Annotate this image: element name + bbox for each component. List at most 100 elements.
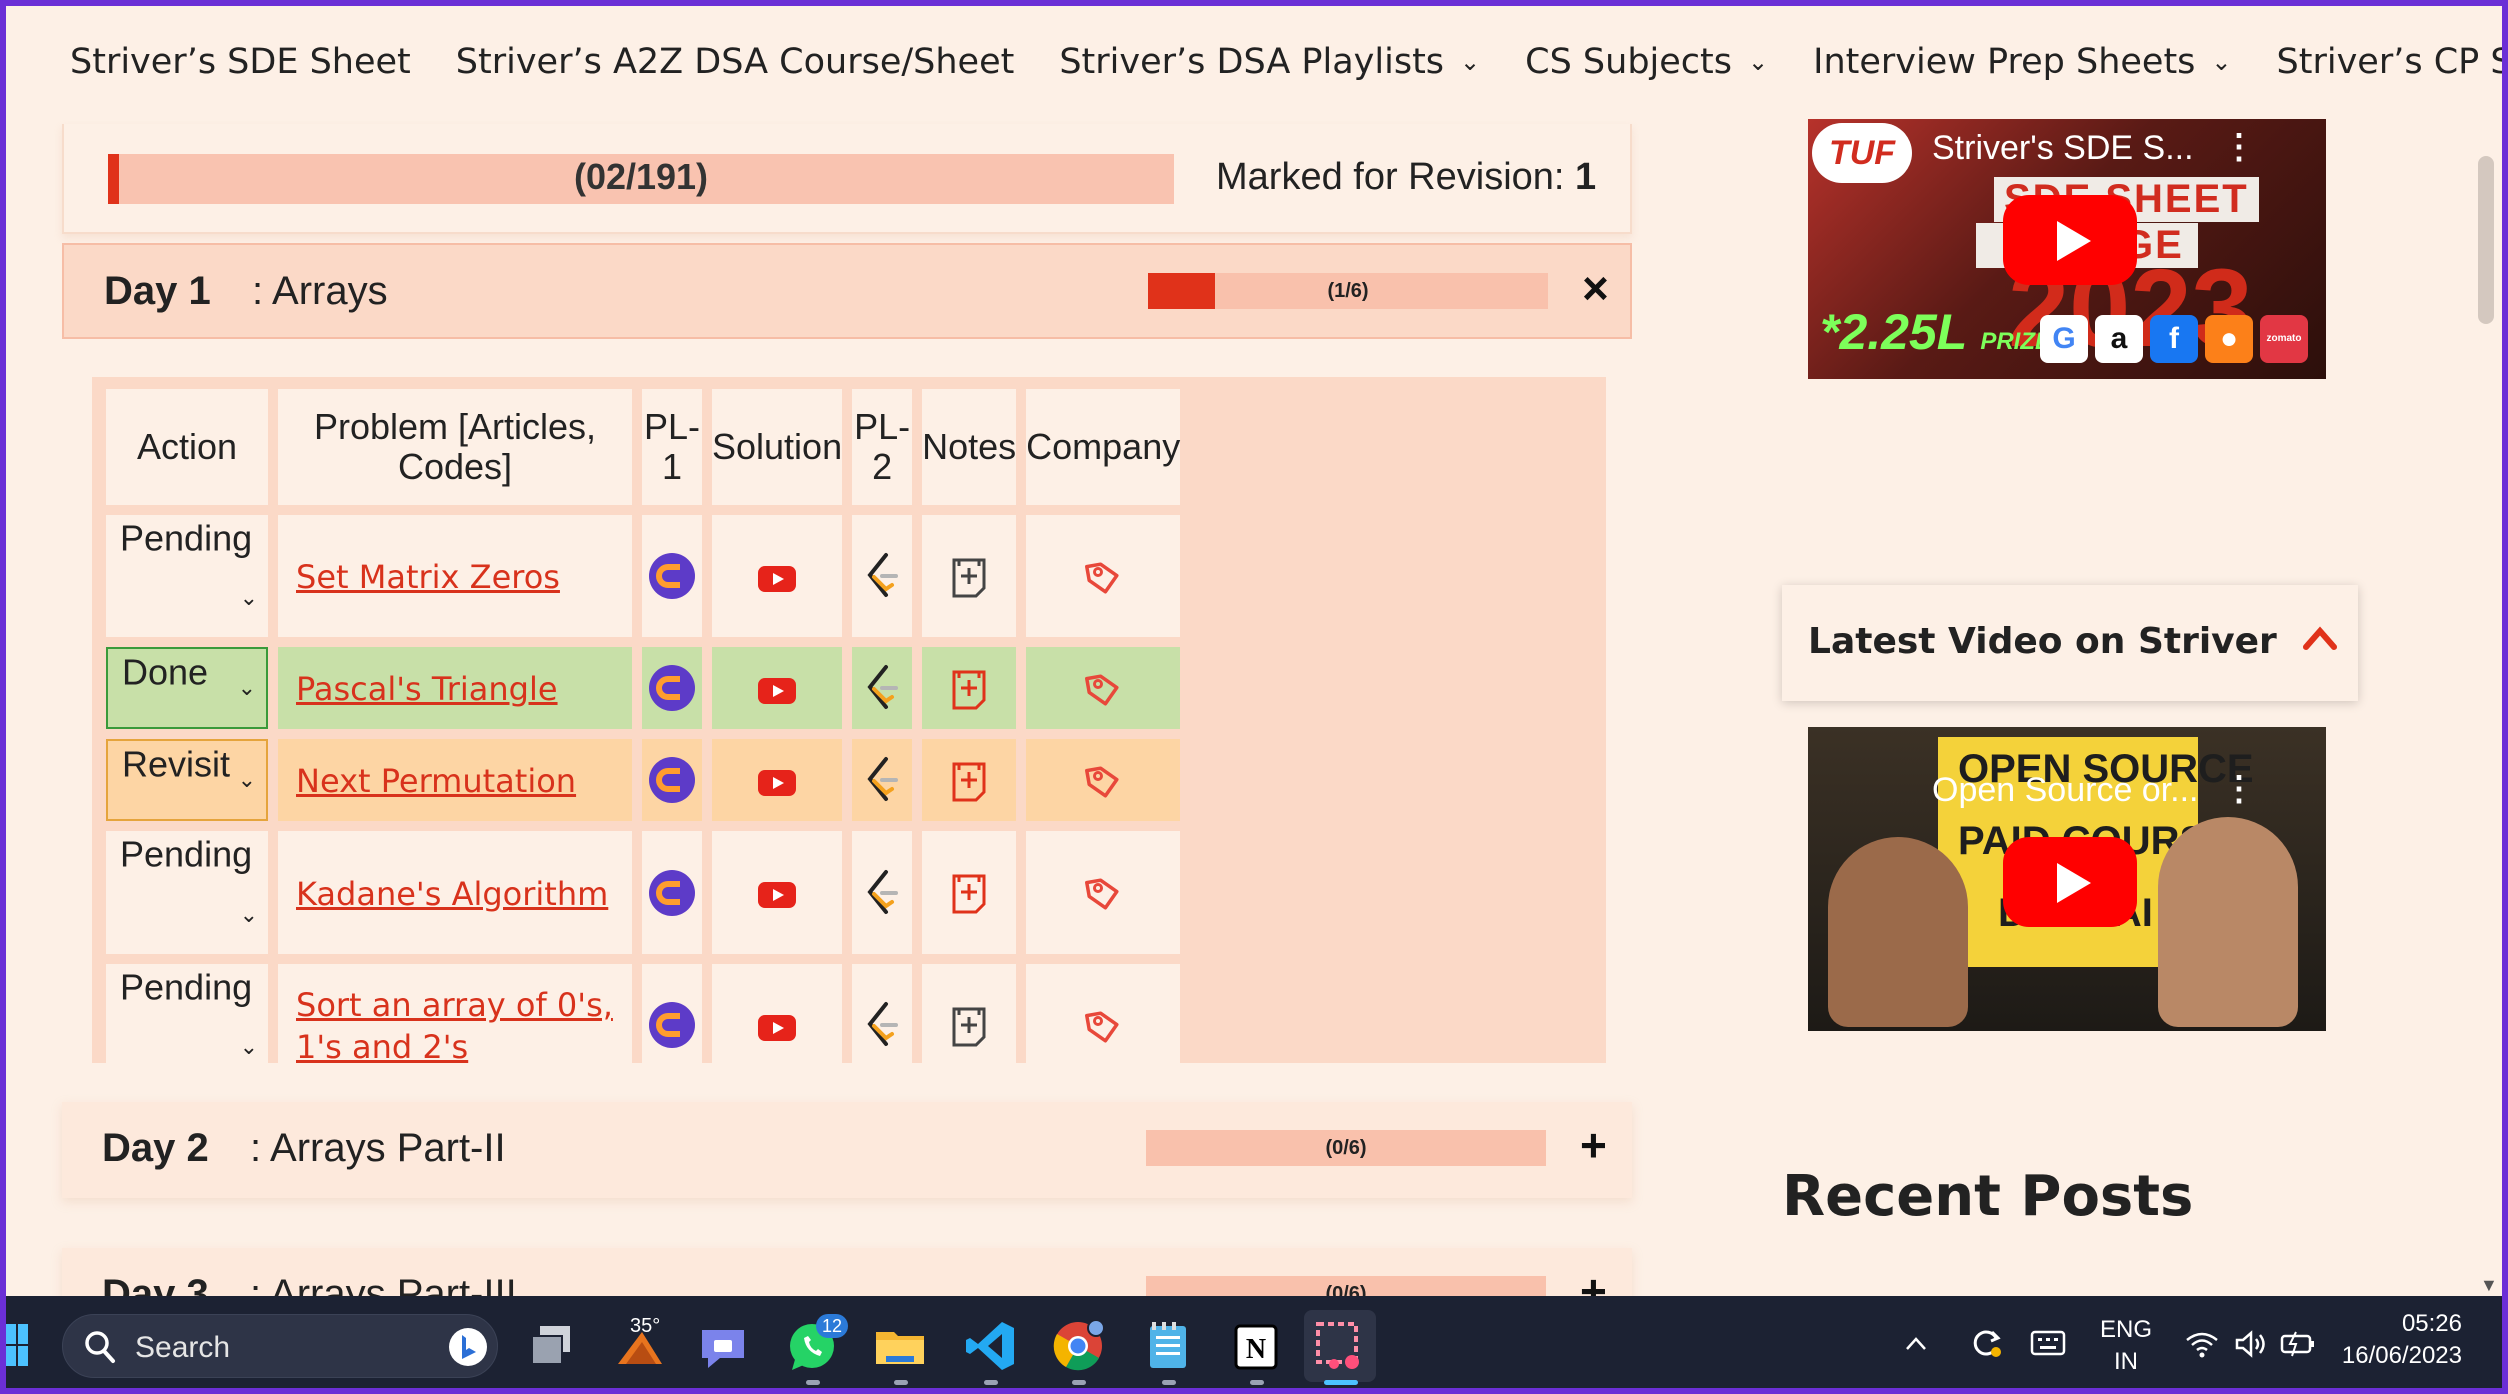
- notion-icon[interactable]: N: [1228, 1318, 1284, 1374]
- table-row: Done ⌄ Pascal's Triangle: [106, 647, 1181, 730]
- vscode-icon[interactable]: [962, 1318, 1018, 1374]
- nav-interview-prep[interactable]: Interview Prep Sheets ⌄: [1813, 42, 2231, 82]
- leetcode-icon[interactable]: [862, 1002, 902, 1047]
- day-2-header[interactable]: Day 2 : Arrays Part-II (0/6) +: [62, 1102, 1632, 1198]
- add-note-icon[interactable]: [949, 554, 989, 598]
- youtube-video-sde-sheet[interactable]: TUF 2023 SDE SHEET LENGE *2.25L PRIZES G…: [1808, 119, 2326, 379]
- status-select[interactable]: Pending ⌄: [106, 515, 268, 638]
- volume-icon[interactable]: [2234, 1330, 2268, 1358]
- youtube-icon[interactable]: [757, 1004, 797, 1045]
- keyboard-icon[interactable]: [2030, 1330, 2066, 1356]
- day-title: : Arrays Part-II: [250, 1126, 506, 1170]
- running-indicator: [1162, 1380, 1176, 1385]
- nav-cs-subjects[interactable]: CS Subjects ⌄: [1525, 42, 1768, 82]
- play-icon[interactable]: [2003, 837, 2137, 927]
- overall-progress-count: (02/191): [573, 156, 709, 197]
- add-note-icon[interactable]: [949, 1002, 989, 1047]
- problem-link[interactable]: Sort an array of 0's, 1's and 2's: [296, 986, 613, 1066]
- chevron-up-icon[interactable]: [2302, 621, 2338, 657]
- leetcode-icon[interactable]: [862, 869, 902, 914]
- problem-cell: Pascal's Triangle: [278, 647, 632, 730]
- chrome-icon[interactable]: [1050, 1318, 1106, 1374]
- language-indicator[interactable]: ENG IN: [2094, 1314, 2158, 1378]
- chevron-down-icon: ⌄: [239, 585, 258, 611]
- problem-link[interactable]: Kadane's Algorithm: [296, 875, 608, 913]
- company-cell: [1026, 831, 1181, 954]
- youtube-icon[interactable]: [757, 555, 797, 596]
- codestudio-icon[interactable]: [647, 757, 697, 804]
- latest-video-title: Latest Video on Striver: [1808, 621, 2277, 662]
- codestudio-icon[interactable]: [647, 869, 697, 916]
- scrollbar-thumb[interactable]: [2478, 156, 2494, 324]
- col-company: Company: [1026, 389, 1181, 505]
- add-note-icon[interactable]: [949, 758, 989, 802]
- problem-link[interactable]: Next Permutation: [296, 762, 576, 800]
- problem-cell: Sort an array of 0's, 1's and 2's: [278, 963, 632, 1087]
- problem-link[interactable]: Set Matrix Zeros: [296, 558, 560, 596]
- leetcode-icon[interactable]: [862, 553, 902, 598]
- chevron-up-icon[interactable]: [1904, 1334, 1928, 1354]
- battery-icon[interactable]: [2280, 1330, 2316, 1358]
- plus-icon[interactable]: +: [1580, 1118, 1607, 1172]
- col-action: Action: [106, 389, 268, 505]
- nav-sde-sheet[interactable]: Striver’s SDE Sheet: [70, 42, 411, 82]
- windows-start-icon[interactable]: [6, 1324, 28, 1366]
- task-view-icon[interactable]: [524, 1318, 580, 1374]
- problem-link[interactable]: Pascal's Triangle: [296, 670, 558, 708]
- codestudio-icon[interactable]: [647, 1002, 697, 1049]
- table-row: Revisit ⌄ Next Permutation: [106, 739, 1181, 822]
- youtube-icon[interactable]: [757, 872, 797, 913]
- wifi-icon[interactable]: [2184, 1330, 2220, 1358]
- more-options-icon[interactable]: ⋮: [2222, 127, 2256, 167]
- chevron-down-icon: ⌄: [239, 901, 258, 927]
- company-tag-icon[interactable]: [1083, 759, 1123, 800]
- status-select[interactable]: Pending ⌄: [106, 963, 268, 1087]
- nav-a2z-course[interactable]: Striver’s A2Z DSA Course/Sheet: [456, 42, 1015, 82]
- company-tag-icon[interactable]: [1083, 871, 1123, 912]
- add-note-icon[interactable]: [949, 870, 989, 914]
- pl2-cell: [852, 831, 913, 954]
- bing-icon[interactable]: [447, 1325, 489, 1369]
- status-select[interactable]: Pending ⌄: [106, 831, 268, 954]
- file-explorer-icon[interactable]: [872, 1318, 928, 1374]
- codestudio-icon[interactable]: [647, 553, 697, 600]
- svg-text:N: N: [1246, 1334, 1266, 1365]
- status-value: Pending: [120, 833, 253, 875]
- nav-dsa-playlists[interactable]: Striver’s DSA Playlists ⌄: [1059, 42, 1480, 82]
- company-tag-icon[interactable]: [1083, 555, 1123, 596]
- leetcode-icon[interactable]: [862, 757, 902, 802]
- taskbar-search[interactable]: Search: [62, 1314, 498, 1378]
- company-tag-icon[interactable]: [1083, 1003, 1123, 1044]
- leetcode-icon[interactable]: [862, 665, 902, 710]
- more-options-icon[interactable]: ⋮: [2222, 769, 2256, 809]
- status-select[interactable]: Done ⌄: [106, 647, 268, 730]
- notepad-icon[interactable]: [1140, 1318, 1196, 1374]
- day-1-header[interactable]: Day 1 : Arrays (1/6) ×: [62, 243, 1632, 339]
- google-logo: G: [2040, 315, 2088, 363]
- weather-temp: 35°: [630, 1315, 661, 1337]
- page-scrollbar[interactable]: ▼: [2470, 118, 2502, 1298]
- play-icon[interactable]: [2003, 195, 2137, 285]
- youtube-video-open-source[interactable]: OPEN SOURCE PAID COURSE DSA / AI Open So…: [1808, 727, 2326, 1031]
- running-indicator: [984, 1380, 998, 1385]
- youtube-icon[interactable]: [757, 759, 797, 800]
- facebook-logo: f: [2150, 315, 2198, 363]
- scroll-down-arrow[interactable]: ▼: [2480, 1275, 2498, 1296]
- col-pl1: PL- 1: [642, 389, 702, 505]
- col-solution: Solution: [712, 389, 843, 505]
- nav-label: Striver’s CP Sheet: [2276, 42, 2502, 82]
- table-header-row: Action Problem [Articles, Codes] PL- 1 So…: [106, 389, 1181, 505]
- add-note-icon[interactable]: [949, 666, 989, 710]
- youtube-icon[interactable]: [757, 667, 797, 708]
- nav-cp-sheet[interactable]: Striver’s CP Sheet: [2277, 42, 2502, 82]
- status-select[interactable]: Revisit ⌄: [106, 739, 268, 822]
- latest-video-widget[interactable]: Latest Video on Striver: [1782, 585, 2358, 701]
- snipping-tool-icon[interactable]: [1312, 1318, 1368, 1374]
- teams-chat-icon[interactable]: [696, 1318, 752, 1374]
- close-icon[interactable]: ×: [1582, 261, 1609, 315]
- codestudio-icon[interactable]: [647, 665, 697, 712]
- company-tag-icon[interactable]: [1083, 667, 1123, 708]
- pl1-cell: [642, 647, 702, 730]
- sync-icon[interactable]: [1968, 1324, 2004, 1360]
- clock[interactable]: 05:26 16/06/2023: [2332, 1308, 2482, 1372]
